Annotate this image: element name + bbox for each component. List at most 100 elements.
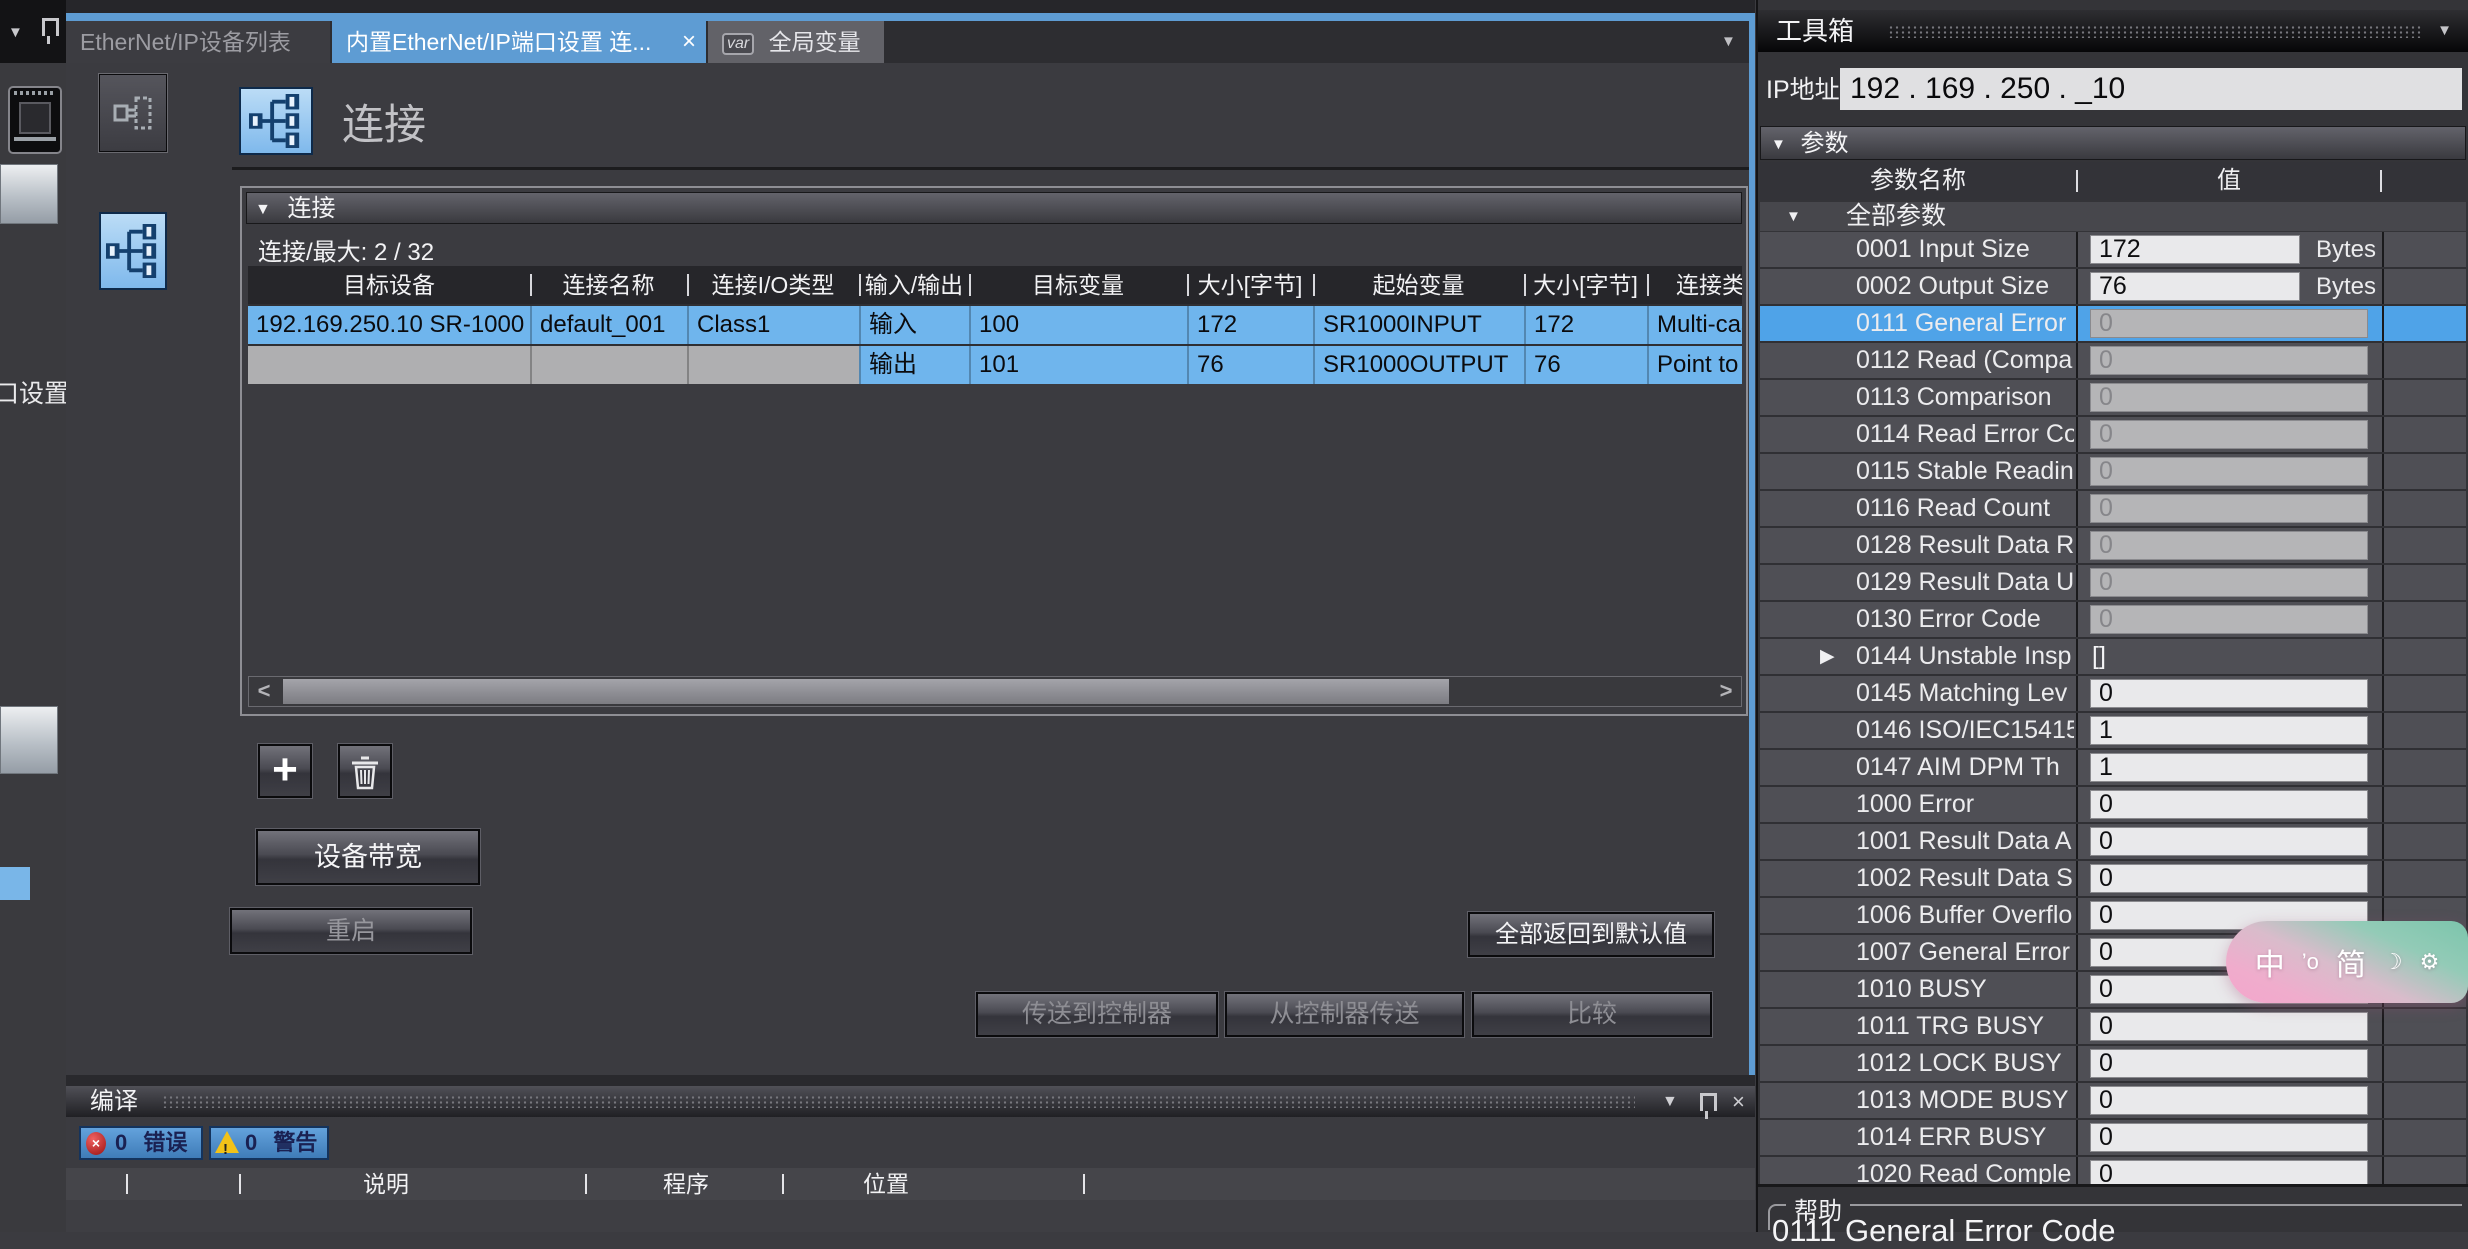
section-header-parameters[interactable]: ▼ 参数 [1760,126,2466,160]
table-cell[interactable]: 172 [1524,306,1647,344]
table-cell[interactable]: 100 [969,306,1187,344]
toolbox-header[interactable]: 工具箱 ▼ [1758,10,2468,52]
param-value-input[interactable]: 0 [2090,605,2368,634]
chevron-down-icon[interactable]: ▼ [2437,10,2452,52]
param-row[interactable]: 0115 Stable Readin0 [1760,454,2466,489]
param-row[interactable]: 0147 AIM DPM Th1 [1760,750,2466,785]
param-value-input[interactable]: 0 [2090,1049,2368,1078]
table-cell[interactable]: 76 [1524,346,1647,384]
delete-connection-button[interactable] [338,744,392,798]
table-cell[interactable] [248,346,530,384]
device-bandwidth-button[interactable]: 设备带宽 [256,829,480,885]
param-row[interactable]: 1020 Read Comple0 [1760,1157,2466,1184]
param-row[interactable]: 0130 Error Code0 [1760,602,2466,637]
param-value-input[interactable]: 0 [2090,531,2368,560]
connection-nav-icon-button[interactable] [99,212,167,290]
restart-button[interactable]: 重启 [230,908,472,954]
moon-icon[interactable]: ☽ [2383,949,2403,975]
table-cell[interactable]: default_001 [530,306,687,344]
scroll-right-icon[interactable]: > [1711,677,1741,706]
close-icon[interactable]: × [682,21,696,63]
param-value-input[interactable]: 0 [2090,790,2368,819]
param-row[interactable]: 1011 TRG BUSY0 [1760,1009,2466,1044]
param-value-input[interactable]: 0 [2090,383,2368,412]
table-cell[interactable]: SR1000INPUT [1313,306,1524,344]
reset-all-to-default-button[interactable]: 全部返回到默认值 [1468,912,1714,957]
param-value-input[interactable]: 76 [2090,272,2300,301]
section-header-connection[interactable]: ▼ 连接 [246,192,1742,224]
param-value-input[interactable]: 0 [2090,420,2368,449]
tab-list-chevron-icon[interactable]: ▼ [1721,21,1736,63]
collapsed-panel-thumb[interactable] [0,164,58,224]
table-cell[interactable]: 输出 [859,346,969,384]
add-connection-button[interactable]: + [258,744,312,798]
collapsed-panel-thumb[interactable] [0,706,58,774]
param-row[interactable]: 0146 ISO/IEC154151 [1760,713,2466,748]
param-value-input[interactable]: 172 [2090,235,2300,264]
param-row[interactable]: ▶0144 Unstable Insp[] [1760,639,2466,674]
scroll-left-icon[interactable]: < [249,677,279,706]
pin-icon[interactable] [1700,1093,1717,1111]
table-cell[interactable]: 76 [1187,346,1313,384]
param-value-input[interactable]: 0 [2090,309,2368,338]
ime-toolbar[interactable]: 中 ’o 简 ☽ ⚙ [2226,921,2468,1003]
tab-builtin-ethernet-ip-port-settings[interactable]: 内置EtherNet/IP端口设置 连... × [332,21,706,63]
collapsed-tab-label[interactable]: 口设置 [0,374,66,410]
transfer-from-controller-button[interactable]: 从控制器传送 [1225,992,1464,1037]
build-panel-header[interactable]: 编译 ▼ × [66,1086,1755,1117]
param-row[interactable]: 1000 Error0 [1760,787,2466,822]
gear-icon[interactable]: ⚙ [2420,949,2440,975]
chip-icon[interactable] [8,86,62,154]
param-row[interactable]: 0112 Read (Compa0 [1760,343,2466,378]
io-device-icon-button[interactable] [99,74,167,152]
transfer-to-controller-button[interactable]: 传送到控制器 [976,992,1218,1037]
param-row[interactable]: 1014 ERR BUSY0 [1760,1120,2466,1155]
table-cell[interactable] [530,346,687,384]
ime-charset-icon[interactable]: 简 [2336,940,2366,984]
chevron-down-icon[interactable]: ▼ [1662,1086,1678,1117]
param-row[interactable]: 0114 Read Error Co0 [1760,417,2466,452]
expand-arrow-icon[interactable]: ▶ [1820,639,1835,674]
param-row[interactable]: 1012 LOCK BUSY0 [1760,1046,2466,1081]
table-cell[interactable]: 101 [969,346,1187,384]
param-row[interactable]: 0129 Result Data U0 [1760,565,2466,600]
table-cell[interactable]: Class1 [687,306,859,344]
param-row[interactable]: 0111 General Error0 [1760,306,2466,341]
param-value-input[interactable]: 0 [2090,494,2368,523]
param-row[interactable]: 0145 Matching Lev0 [1760,676,2466,711]
table-cell[interactable]: SR1000OUTPUT [1313,346,1524,384]
table-cell[interactable]: Point to P [1647,346,1742,384]
param-value-input[interactable]: 0 [2090,864,2368,893]
pin-icon[interactable] [42,18,59,36]
param-value-input[interactable]: 0 [2090,679,2368,708]
param-value-input[interactable]: 1 [2090,753,2368,782]
close-icon[interactable]: × [1732,1086,1745,1117]
tab-global-variables[interactable]: var 全局变量 [708,21,884,63]
table-row[interactable]: 192.169.250.10 SR-1000 Sedefault_001Clas… [248,306,1742,344]
table-cell[interactable]: Multi-cast [1647,306,1742,344]
param-value-input[interactable]: 0 [2090,1123,2368,1152]
param-value-input[interactable]: 0 [2090,1160,2368,1184]
param-row[interactable]: 0116 Read Count0 [1760,491,2466,526]
compare-button[interactable]: 比较 [1472,992,1712,1037]
param-value-input[interactable]: 0 [2090,346,2368,375]
param-row[interactable]: 0113 Comparison0 [1760,380,2466,415]
error-count-badge[interactable]: × 0 错误 [79,1126,203,1160]
param-row[interactable]: 1013 MODE BUSY0 [1760,1083,2466,1118]
scrollbar-thumb[interactable] [283,679,1449,704]
table-cell[interactable]: 输入 [859,306,969,344]
param-row[interactable]: 0001 Input Size172Bytes [1760,232,2466,267]
parameter-group-all[interactable]: ▼ 全部参数 [1760,202,2466,231]
param-value-input[interactable]: 0 [2090,1012,2368,1041]
table-cell[interactable]: 172 [1187,306,1313,344]
table-cell[interactable] [687,346,859,384]
param-row[interactable]: 0128 Result Data R0 [1760,528,2466,563]
ip-address-input[interactable]: 192 . 169 . 250 . _10 [1840,68,2462,110]
table-cell[interactable]: 192.169.250.10 SR-1000 Se [248,306,530,344]
param-row[interactable]: 1001 Result Data A0 [1760,824,2466,859]
table-row[interactable]: 输出10176SR1000OUTPUT76Point to P [248,346,1742,384]
param-row[interactable]: 0002 Output Size76Bytes [1760,269,2466,304]
param-row[interactable]: 1002 Result Data S0 [1760,861,2466,896]
tab-ethernet-ip-device-list[interactable]: EtherNet/IP设备列表 [66,21,330,63]
param-value-input[interactable]: 1 [2090,716,2368,745]
